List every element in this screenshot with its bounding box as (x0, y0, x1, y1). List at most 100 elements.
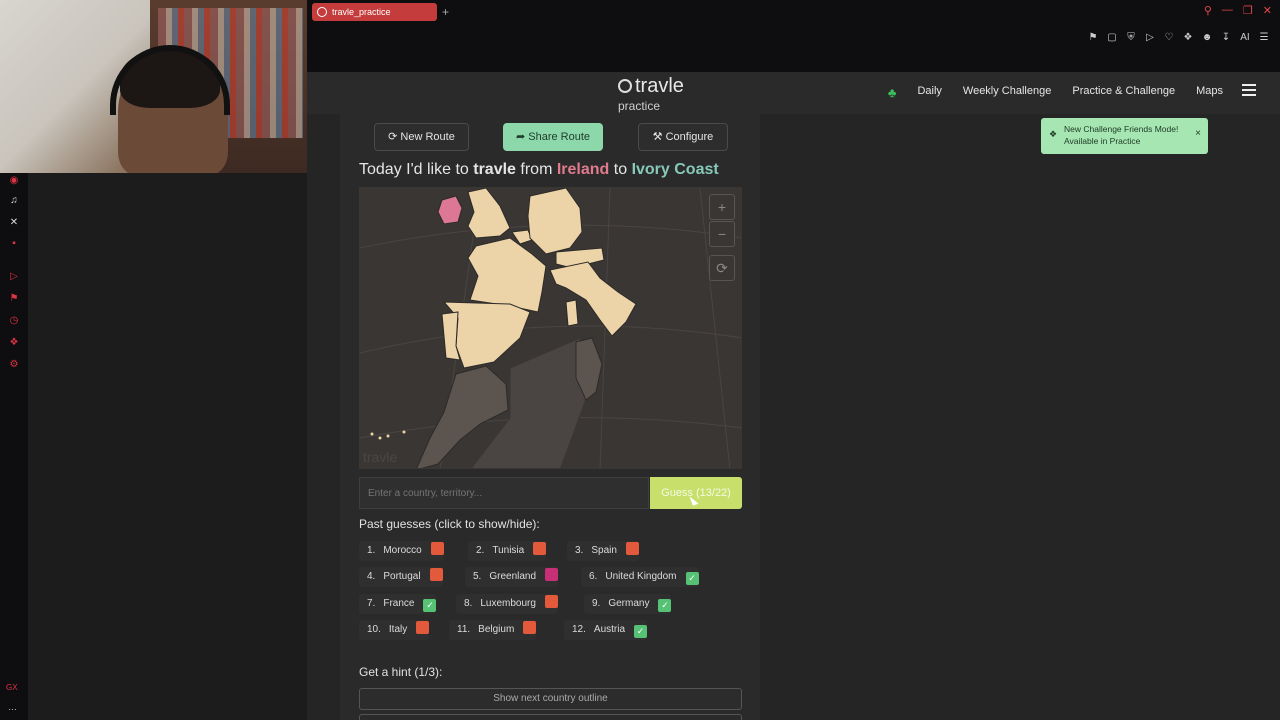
map-country-ireland[interactable] (437, 195, 463, 225)
guess-country: Portugal (383, 571, 421, 582)
guess-number: 4. (367, 571, 376, 582)
logo-text: travle (635, 75, 684, 97)
past-guesses-title: Past guesses (click to show/hide): (359, 517, 540, 531)
headline-to: to (613, 161, 628, 178)
refresh-icon: ⟳ (388, 131, 398, 143)
map-country-france[interactable] (467, 237, 547, 313)
guess-item-7[interactable]: 7. France ✓ (359, 594, 437, 614)
route-map[interactable]: + − ⟳ travle (359, 187, 742, 469)
tiktok-icon[interactable]: ♫ (8, 195, 20, 207)
map-country-germany[interactable] (527, 188, 583, 255)
show-outline-hint-button[interactable]: Show next country outline (359, 688, 742, 710)
player-icon[interactable]: ▷ (8, 271, 20, 283)
menu-icon[interactable]: ☰ (1258, 32, 1270, 43)
snapshot-icon[interactable]: ▢ (1106, 32, 1118, 43)
guess-item-2[interactable]: 2. Tunisia (468, 541, 547, 561)
zoom-out-button[interactable]: − (709, 221, 735, 247)
start-country: Ireland (556, 161, 610, 178)
guess-item-3[interactable]: 3. Spain (567, 541, 639, 561)
configure-label: Configure (665, 131, 714, 143)
target-country: Ivory Coast (631, 161, 719, 178)
toolbar-icons: ⚑ ▢ ⛨ ▷ ♡ ❖ ☻ ↧ AI ☰ (1087, 32, 1270, 43)
guess-item-12[interactable]: 12. Austria ✓ (564, 620, 648, 640)
ai-icon[interactable]: AI (1239, 32, 1251, 43)
map-country-uk[interactable] (467, 188, 511, 239)
miss-indicator-icon (523, 621, 537, 634)
search-icon[interactable]: ⚲ (1204, 4, 1212, 17)
history-icon[interactable]: ◷ (8, 315, 20, 327)
site-navbar: travle practice ♣ Daily Weekly Challenge… (307, 72, 1280, 114)
configure-button[interactable]: ⚒ Configure (638, 123, 728, 151)
share-icon: ➦ (515, 131, 526, 143)
guess-number: 10. (367, 624, 381, 635)
toast-line-1: New Challenge Friends Mode! (1064, 124, 1179, 134)
route-headline: Today I'd like to travle from Ireland to… (359, 161, 719, 179)
new-tab-button[interactable]: + (442, 3, 449, 21)
clover-icon[interactable]: ♣ (888, 85, 897, 100)
new-route-button[interactable]: ⟳ New Route (374, 123, 469, 151)
toast-close-button[interactable]: × (1195, 128, 1201, 140)
browser-toolbar: ⚑ ▢ ⛨ ▷ ♡ ❖ ☻ ↧ AI ☰ (307, 24, 1280, 72)
pin-icon[interactable]: ⚑ (8, 293, 20, 305)
notification-toast: ❖ New Challenge Friends Mode! Available … (1041, 118, 1208, 154)
check-icon: ✓ (423, 599, 437, 612)
compass-icon (618, 79, 632, 93)
tab-title: travle_practice (332, 7, 391, 17)
browser-tabbar: travle_practice + ⚲ — ❐ ✕ (307, 0, 1280, 24)
guess-item-11[interactable]: 11. Belgium (449, 620, 537, 640)
guess-country: Austria (593, 624, 626, 635)
more-icon[interactable]: … (8, 702, 17, 712)
country-guess-input[interactable] (359, 477, 649, 509)
headline-brand: travle (473, 161, 516, 178)
guess-item-4[interactable]: 4. Portugal (359, 567, 443, 587)
miss-indicator-icon (416, 621, 430, 634)
guess-country: France (383, 598, 415, 609)
guess-item-6[interactable]: 6. United Kingdom ✓ (581, 567, 699, 587)
settings-icon[interactable]: ⚙ (8, 359, 20, 371)
site-logo: travle (618, 75, 684, 98)
guess-number: 6. (589, 571, 598, 582)
trophy-icon: ❖ (1049, 129, 1058, 139)
nav-weekly-challenge[interactable]: Weekly Challenge (963, 85, 1051, 100)
new-route-label: New Route (400, 131, 455, 143)
shield-icon[interactable]: ⛨ (1125, 32, 1137, 43)
browser-sidebar: ◉ ♫ ✕ ▪ ▷ ⚑ ◷ ❖ ⚙ GX … (0, 173, 28, 720)
guess-country: United Kingdom (605, 571, 677, 582)
guess-item-5[interactable]: 5. Greenland (465, 567, 559, 587)
hamburger-menu-icon[interactable] (1242, 84, 1256, 96)
zoom-in-button[interactable]: + (709, 194, 735, 220)
window-controls: ⚲ — ❐ ✕ (1204, 4, 1272, 17)
site-brand[interactable]: travle practice (618, 75, 684, 113)
next-hint-button[interactable] (359, 714, 742, 720)
share-route-button[interactable]: ➦ Share Route (503, 123, 603, 151)
map-country-italy[interactable] (549, 261, 637, 337)
guess-number: 12. (572, 624, 586, 635)
map-watermark: travle (363, 449, 398, 465)
x-icon[interactable]: ✕ (8, 217, 20, 229)
play-icon[interactable]: ▷ (1144, 32, 1156, 43)
browser-tab-active[interactable]: travle_practice (312, 3, 437, 21)
close-window-icon[interactable]: ✕ (1263, 4, 1272, 17)
download-icon[interactable]: ↧ (1220, 32, 1232, 43)
guess-item-8[interactable]: 8. Luxembourg (456, 594, 558, 614)
guess-item-1[interactable]: 1. Morocco (359, 541, 444, 561)
extensions-sidebar-icon[interactable]: ❖ (8, 337, 20, 349)
bookmark-icon[interactable]: ⚑ (1087, 32, 1099, 43)
tab-favicon-icon (317, 7, 327, 17)
profile-icon[interactable]: ☻ (1201, 32, 1213, 43)
guess-item-9[interactable]: 9. Germany ✓ (584, 594, 672, 614)
map-country-sardinia[interactable] (565, 299, 579, 327)
instagram-icon[interactable]: ◉ (8, 175, 20, 187)
reset-view-button[interactable]: ⟳ (709, 255, 735, 281)
guess-item-10[interactable]: 10. Italy (359, 620, 430, 640)
heart-icon[interactable]: ♡ (1163, 32, 1175, 43)
restore-icon[interactable]: ❐ (1243, 4, 1253, 17)
check-icon: ✓ (685, 572, 699, 585)
twitch-icon[interactable]: ▪ (8, 238, 20, 250)
nav-maps[interactable]: Maps (1196, 85, 1223, 100)
guess-number: 8. (464, 598, 473, 609)
nav-daily[interactable]: Daily (917, 85, 941, 100)
extensions-icon[interactable]: ❖ (1182, 32, 1194, 43)
nav-practice-challenge[interactable]: Practice & Challenge (1072, 85, 1175, 100)
minimize-icon[interactable]: — (1222, 4, 1233, 17)
